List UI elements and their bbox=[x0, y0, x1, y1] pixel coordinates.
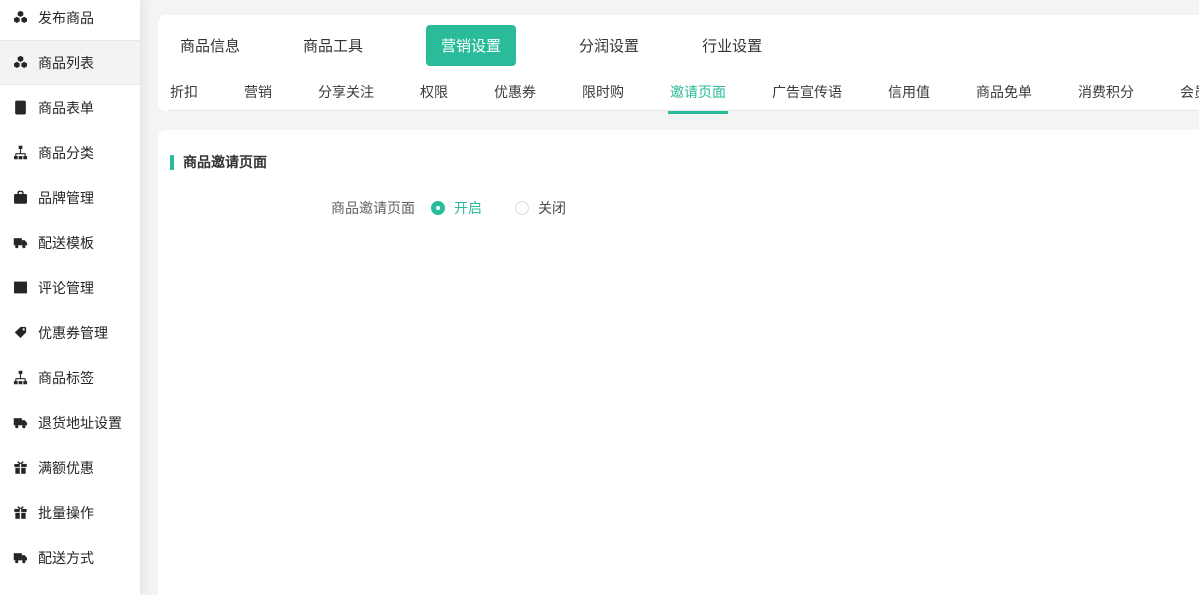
sidebar-item[interactable]: 批量操作 bbox=[0, 490, 140, 535]
secondary-tab[interactable]: 广告宣传语 bbox=[770, 76, 844, 114]
invite-page-radio-group: 开启 关闭 bbox=[431, 198, 566, 218]
secondary-tab[interactable]: 消费积分 bbox=[1076, 76, 1136, 114]
sidebar-item-label: 品牌管理 bbox=[38, 188, 94, 208]
cubes-icon bbox=[12, 55, 28, 71]
secondary-tab[interactable]: 权限 bbox=[418, 76, 450, 114]
sidebar: 发布商品 商品列表 商品表单 商品分类 品牌管理 配送模板 评论管理 优惠券管理… bbox=[0, 0, 140, 595]
radio-icon[interactable] bbox=[515, 201, 529, 215]
secondary-tab-bar: 折扣 营销 分享关注 权限 优惠券 限时购 邀请页面 广告宣传语 信用值 商品免单 消费积分 会员价设… bbox=[168, 76, 1199, 111]
sidebar-item[interactable]: 优惠券管理 bbox=[0, 310, 140, 355]
secondary-tab[interactable]: 会员价设置 bbox=[1178, 76, 1199, 114]
secondary-tab[interactable]: 限时购 bbox=[580, 76, 626, 114]
briefcase-icon bbox=[12, 190, 28, 206]
file-x-icon bbox=[12, 100, 28, 116]
sitemap-icon bbox=[12, 145, 28, 161]
primary-tab[interactable]: 分润设置 bbox=[579, 35, 639, 56]
sidebar-item-label: 配送模板 bbox=[38, 233, 94, 253]
primary-tab[interactable]: 营销设置 bbox=[426, 25, 516, 66]
sidebar-item-label: 商品分类 bbox=[38, 143, 94, 163]
sidebar-item[interactable]: 商品列表 bbox=[0, 40, 140, 85]
gift-icon bbox=[12, 505, 28, 521]
radio-icon[interactable] bbox=[431, 201, 445, 215]
secondary-tab[interactable]: 折扣 bbox=[168, 76, 200, 114]
secondary-tab[interactable]: 信用值 bbox=[886, 76, 932, 114]
gift-icon bbox=[12, 460, 28, 476]
secondary-tab[interactable]: 优惠券 bbox=[492, 76, 538, 114]
primary-tab[interactable]: 商品信息 bbox=[180, 35, 240, 56]
sidebar-menu: 发布商品 商品列表 商品表单 商品分类 品牌管理 配送模板 评论管理 优惠券管理… bbox=[0, 0, 140, 580]
sidebar-item-label: 商品列表 bbox=[38, 53, 94, 73]
sidebar-item[interactable]: 评论管理 bbox=[0, 265, 140, 310]
radio-option-label: 开启 bbox=[454, 198, 482, 218]
sidebar-item[interactable]: 品牌管理 bbox=[0, 175, 140, 220]
sidebar-item[interactable]: 配送模板 bbox=[0, 220, 140, 265]
primary-tab-bar: 商品信息 商品工具 营销设置 分润设置 行业设置 bbox=[158, 15, 1199, 76]
cubes-icon bbox=[12, 10, 28, 26]
section-title-text: 商品邀请页面 bbox=[183, 152, 267, 172]
sidebar-item-label: 商品标签 bbox=[38, 368, 94, 388]
content-panel: 商品邀请页面 商品邀请页面 开启 关闭 bbox=[158, 130, 1199, 595]
sidebar-item[interactable]: 商品表单 bbox=[0, 85, 140, 130]
sidebar-item[interactable]: 商品分类 bbox=[0, 130, 140, 175]
sidebar-item-label: 满额优惠 bbox=[38, 458, 94, 478]
sidebar-item[interactable]: 配送方式 bbox=[0, 535, 140, 580]
secondary-tab[interactable]: 商品免单 bbox=[974, 76, 1034, 114]
section-title: 商品邀请页面 bbox=[170, 152, 1199, 172]
section-title-bar bbox=[170, 155, 174, 170]
sidebar-item[interactable]: 满额优惠 bbox=[0, 445, 140, 490]
primary-tab[interactable]: 行业设置 bbox=[702, 35, 762, 56]
sitemap-icon bbox=[12, 370, 28, 386]
tag-icon bbox=[12, 325, 28, 341]
secondary-tab[interactable]: 营销 bbox=[242, 76, 274, 114]
sidebar-item-label: 配送方式 bbox=[38, 548, 94, 568]
sidebar-item[interactable]: 发布商品 bbox=[0, 0, 140, 40]
sidebar-item[interactable]: 商品标签 bbox=[0, 355, 140, 400]
sidebar-item-label: 评论管理 bbox=[38, 278, 94, 298]
secondary-tab[interactable]: 邀请页面 bbox=[668, 76, 728, 114]
truck-icon bbox=[12, 415, 28, 431]
radio-option-label: 关闭 bbox=[538, 198, 566, 218]
radio-option: 关闭 bbox=[515, 198, 566, 218]
secondary-tab[interactable]: 分享关注 bbox=[316, 76, 376, 114]
sidebar-item-label: 优惠券管理 bbox=[38, 323, 108, 343]
invite-page-label: 商品邀请页面 bbox=[170, 198, 415, 218]
sidebar-item[interactable]: 退货地址设置 bbox=[0, 400, 140, 445]
truck-icon bbox=[12, 235, 28, 251]
radio-option: 开启 bbox=[431, 198, 482, 218]
primary-tab[interactable]: 商品工具 bbox=[303, 35, 363, 56]
page: 发布商品 商品列表 商品表单 商品分类 品牌管理 配送模板 评论管理 优惠券管理… bbox=[0, 0, 1199, 595]
columns-icon bbox=[12, 280, 28, 296]
invite-page-form-row: 商品邀请页面 开启 关闭 bbox=[170, 198, 1199, 218]
sidebar-item-label: 发布商品 bbox=[38, 8, 94, 28]
sidebar-item-label: 批量操作 bbox=[38, 503, 94, 523]
sidebar-item-label: 退货地址设置 bbox=[38, 413, 122, 433]
truck-icon bbox=[12, 550, 28, 566]
tabs-panel: 商品信息 商品工具 营销设置 分润设置 行业设置 折扣 营销 分享关注 权限 优惠券 限时购 邀请页… bbox=[158, 15, 1199, 111]
main-area: 商品信息 商品工具 营销设置 分润设置 行业设置 折扣 营销 分享关注 权限 优惠券 限时购 邀请页… bbox=[158, 0, 1199, 595]
sidebar-item-label: 商品表单 bbox=[38, 98, 94, 118]
